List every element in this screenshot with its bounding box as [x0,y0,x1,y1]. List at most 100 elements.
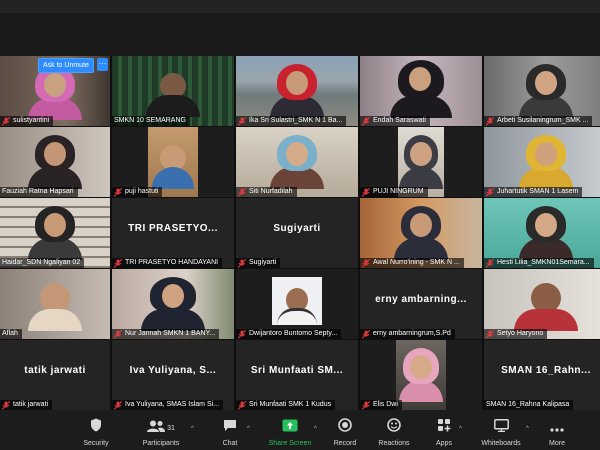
reactions-button[interactable]: Reactions [374,410,414,450]
video-tile-off[interactable]: SMAN 16_Rahn... SMAN 16_Rahna Kalipasa [484,340,600,410]
mic-muted-icon [486,258,494,268]
share-screen-button[interactable]: Share Screen [264,410,316,450]
apps-icon [438,419,451,432]
mic-muted-icon [238,116,246,126]
participant-name-label: Fauziah Ratna Hapsari [0,187,78,197]
participant-video [519,135,573,189]
video-tile[interactable]: Dwijantoro Buntomo Septy... [236,269,358,339]
video-tile-off[interactable]: Sri Munfaati SM... Sri Munfaati SMK 1 Ku… [236,340,358,410]
participant-name-label: Sugiyarti [236,258,281,268]
participant-name-label: Ika Sri Sulastri_SMK N 1 Ba... [236,116,347,126]
video-tile[interactable]: PUJI NINGRUM [360,127,482,197]
video-tile[interactable]: Awal Nurro'ining - SMK N ... [360,198,482,268]
participant-video [146,73,200,117]
more-button[interactable]: More [542,410,572,450]
participant-name-label: Elis Dwi [360,400,402,410]
video-tile[interactable]: Endah Saraswati [360,56,482,126]
participant-display-name: Iva Yuliyana, S... [129,365,217,376]
participant-name-label: puji hastuti [112,187,163,197]
mic-muted-icon [238,187,246,197]
participant-display-name: Sugiyarti [273,223,321,234]
window-top-bar [0,0,600,14]
participant-name-label: SMKN 10 SEMARANG [112,116,190,126]
video-tile-off[interactable]: TRI PRASETYO... TRI PRASETYO HANDAYANI [112,198,234,268]
video-tile[interactable]: puji hastuti [112,127,234,197]
more-dots-icon [550,428,564,432]
participant-video [270,135,324,189]
participant-name-label: tatik jarwati [0,400,53,410]
whiteboards-options-chevron-icon[interactable]: ^ [526,426,529,432]
mic-muted-icon [362,400,370,410]
participants-button[interactable]: 31 Participants [138,410,184,450]
chat-options-chevron-icon[interactable]: ^ [247,426,250,432]
apps-options-chevron-icon[interactable]: ^ [459,426,462,432]
security-button[interactable]: Security [74,410,118,450]
video-tile[interactable]: Setyo Haryono [484,269,600,339]
participant-name-label: Awal Nurro'ining - SMK N ... [360,258,464,268]
video-tile-active-speaker[interactable]: SMKN 10 SEMARANG [112,56,234,126]
participant-name-label: Hesti Lilia_SMKN01Semara... [484,258,594,268]
participant-name-label: Juhartutik SMAN 1 Lasem [484,187,583,197]
participant-video [270,64,324,118]
video-tile-off[interactable]: Iva Yuliyana, S... Iva Yuliyana, SMAS Is… [112,340,234,410]
title-strip [0,0,600,13]
mic-muted-icon [2,400,10,410]
video-tile[interactable]: Arbeti Susilaningrum_SMK ... [484,56,600,126]
participant-name-label: Siti Nurfadilah [236,187,297,197]
video-tile[interactable]: Hesti Lilia_SMKN01Semara... [484,198,600,268]
mic-muted-icon [362,116,370,126]
participant-video [28,206,82,260]
video-tile[interactable]: Fauziah Ratna Hapsari [0,127,110,197]
participant-video [514,283,578,331]
participants-count: 31 [167,425,175,432]
ask-to-unmute-button[interactable]: Ask to Unmute [38,58,94,73]
participant-video [141,277,205,331]
tile-more-button[interactable]: ··· [97,58,108,71]
video-tile[interactable]: Ika Sri Sulastri_SMK N 1 Ba... [236,56,358,126]
mic-muted-icon [486,187,494,197]
participant-video [152,145,194,189]
gallery-grid: Ask to Unmute ··· sulistyantini SMKN 10 … [0,56,600,410]
whiteboards-button[interactable]: Whiteboards [476,410,526,450]
participant-video [519,206,573,260]
participant-name-label: Endah Saraswati [360,116,430,126]
participant-video [390,60,452,118]
participants-options-chevron-icon[interactable]: ^ [191,426,194,432]
participant-name-label: Setyo Haryono [484,329,548,339]
video-tile-off[interactable]: tatik jarwati tatik jarwati [0,340,110,410]
mic-muted-icon [114,258,122,268]
participant-display-name: SMAN 16_Rahn... [501,365,591,376]
chat-button[interactable]: Chat [212,410,248,450]
video-tile[interactable]: Haidar_SDN Ngaliyan 02 [0,198,110,268]
participant-display-name: erny ambarning... [375,294,467,305]
mic-muted-icon [238,258,246,268]
participant-name-label: Sri Munfaati SMK 1 Kudus [236,400,336,410]
video-tile-off[interactable]: Sugiyarti Sugiyarti [236,198,358,268]
video-tile[interactable]: Siti Nurfadilah [236,127,358,197]
mic-muted-icon [238,329,246,339]
mic-muted-icon [114,329,122,339]
participant-video [399,135,443,189]
video-tile-off[interactable]: erny ambarning... erny ambarningrum,S.Pd [360,269,482,339]
video-tile[interactable]: Juhartutik SMAN 1 Lasem [484,127,600,197]
apps-button[interactable]: Apps [428,410,460,450]
video-tile[interactable]: Ask to Unmute ··· sulistyantini [0,56,110,126]
share-options-chevron-icon[interactable]: ^ [314,426,317,432]
participant-name-label: TRI PRASETYO HANDAYANI [112,258,223,268]
participant-name-label: Iva Yuliyana, SMAS Islam Si... [112,400,224,410]
mic-muted-icon [114,187,122,197]
shield-icon [91,418,101,432]
participant-video [28,66,82,120]
participant-video [399,348,443,402]
mic-muted-icon [362,329,370,339]
participant-display-name: Sri Munfaati SM... [250,365,344,376]
video-tile[interactable]: Nur Jannah SMKN 1 BANY... [112,269,234,339]
participant-name-label: sulistyantini [0,116,54,126]
record-icon [338,418,352,432]
video-tile[interactable]: Aflah [0,269,110,339]
mic-muted-icon [362,258,370,268]
whiteboard-icon [493,419,509,432]
record-button[interactable]: Record [326,410,364,450]
video-tile[interactable]: Elis Dwi [360,340,482,410]
participants-icon [147,420,166,432]
